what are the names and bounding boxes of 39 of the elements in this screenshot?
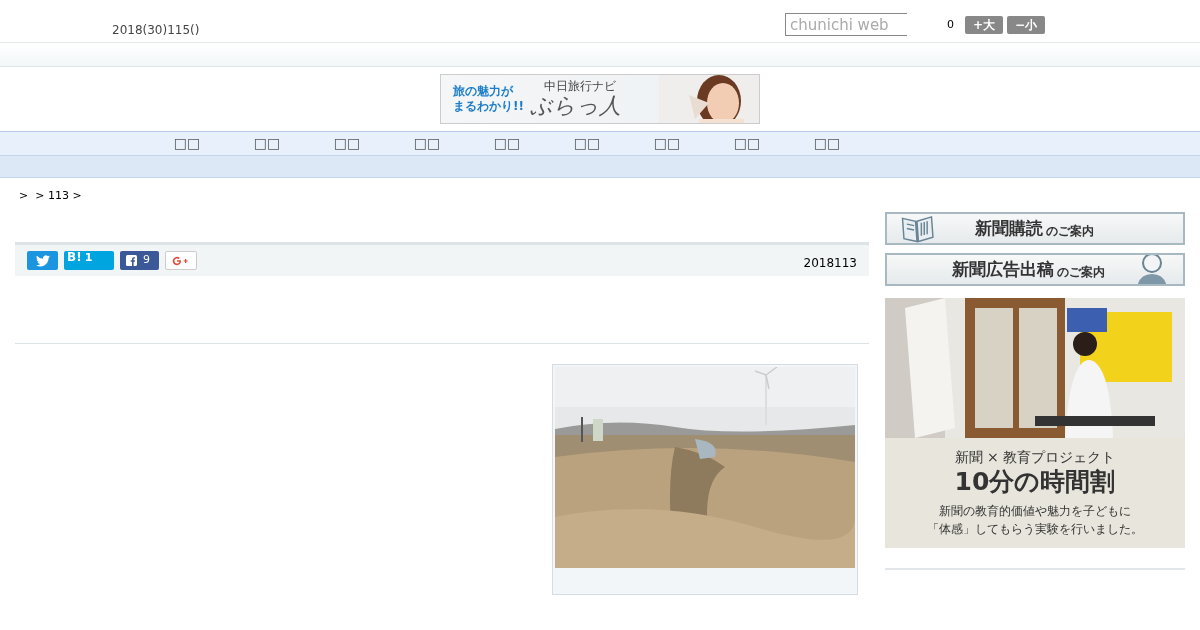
subscription-banner[interactable]: 新聞購読 のご案内 xyxy=(885,212,1185,245)
banner-headline-line: まるわかり!! xyxy=(453,99,524,114)
nav-link[interactable]: □□ xyxy=(227,132,307,155)
google-plus-button[interactable] xyxy=(165,251,197,270)
facebook-icon xyxy=(126,255,137,266)
education-promo[interactable]: 新聞 × 教育プロジェクト 10分の時間割 新聞の教育的価値や魅力を子どもに 「体感」してもらう実験を行いました。 xyxy=(885,298,1185,548)
nav-link[interactable]: □□ xyxy=(467,132,547,155)
advertising-banner[interactable]: 新聞広告出稿 のご案内 xyxy=(885,253,1185,286)
header-date: 2018(30)115() xyxy=(112,22,200,39)
nav-link[interactable]: □□ xyxy=(147,132,227,155)
subscription-title: 新聞購読 xyxy=(975,216,1043,240)
nav-link[interactable]: □□ xyxy=(547,132,627,155)
banner-brand-caption: 中日旅行ナビ xyxy=(543,79,617,93)
font-size-increase-button[interactable]: +大 xyxy=(965,16,1003,34)
promo-description-line: 新聞の教育的価値や魅力を子どもに xyxy=(939,503,1131,520)
advertising-title: 新聞広告出稿 xyxy=(952,257,1054,281)
nav-link[interactable]: □□ xyxy=(707,132,787,155)
bird-icon xyxy=(35,254,50,267)
nav-link[interactable]: □□ xyxy=(387,132,467,155)
facebook-share-button[interactable]: 9 xyxy=(120,251,159,270)
breadcrumb: > > 113 > xyxy=(19,188,83,204)
nav-link[interactable]: □□ xyxy=(627,132,707,155)
nav-link[interactable]: □□ xyxy=(787,132,867,155)
twitter-share-button[interactable] xyxy=(27,251,58,270)
advertising-suffix: のご案内 xyxy=(1057,263,1105,281)
google-plus-icon xyxy=(172,255,190,266)
open-book-icon xyxy=(899,214,935,243)
font-size-decrease-button[interactable]: −小 xyxy=(1007,16,1045,34)
person-icon xyxy=(1135,255,1169,284)
banner-headline-line: 旅の魅力が xyxy=(453,84,515,99)
promo-title: 10分の時間割 xyxy=(953,466,1117,498)
nav-link[interactable]: □□ xyxy=(307,132,387,155)
counter-text: 0 xyxy=(947,17,954,33)
promo-subtitle: 新聞 × 教育プロジェクト xyxy=(953,448,1117,466)
search-field[interactable]: chunichi web xyxy=(785,13,907,36)
promo-description-line: 「体感」してもらう実験を行いました。 xyxy=(927,521,1143,538)
banner-brand: ぶらっ人 xyxy=(529,92,621,119)
article-date: 2018113 xyxy=(803,254,857,272)
subscription-suffix: のご案内 xyxy=(1046,222,1094,240)
